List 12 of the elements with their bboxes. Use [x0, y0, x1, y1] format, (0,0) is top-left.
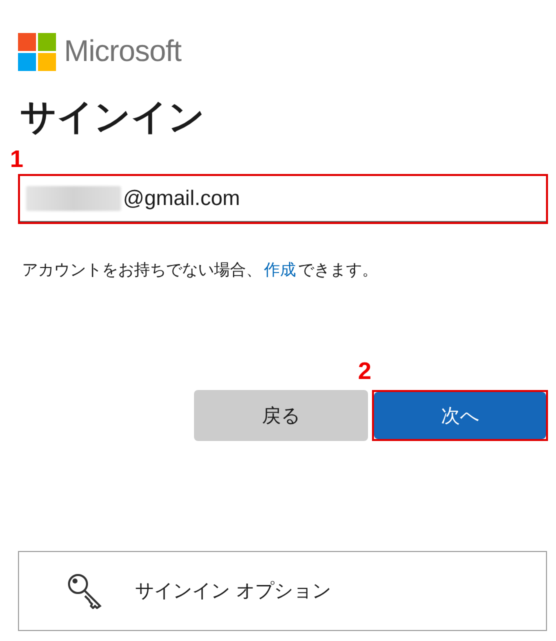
create-link[interactable]: 作成 [264, 260, 296, 279]
sign-in-options-button[interactable]: サインイン オプション [18, 551, 547, 631]
no-account-text: アカウントをお持ちでない場合、作成できます。 [22, 259, 379, 281]
back-button[interactable]: 戻る [194, 390, 368, 441]
email-field[interactable]: @gmail.com [20, 176, 546, 222]
page-title: サインイン [20, 96, 206, 140]
key-icon [67, 573, 103, 609]
logo-text: Microsoft [64, 35, 182, 69]
next-button[interactable]: 次へ [374, 392, 546, 439]
annotation-number: 1 [10, 148, 24, 172]
annotation-number: 2 [358, 360, 372, 384]
logo-icon [18, 33, 56, 71]
